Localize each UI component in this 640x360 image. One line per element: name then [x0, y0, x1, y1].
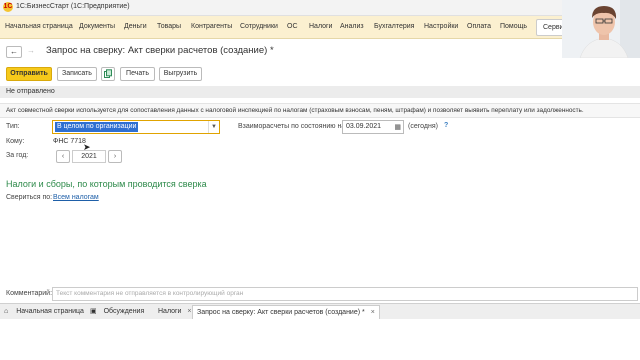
task-tab-home[interactable]: ⌂ Начальная страница: [4, 305, 84, 318]
year-input[interactable]: 2021: [72, 150, 106, 163]
task-tab-taxes[interactable]: Налоги ×: [154, 305, 192, 318]
chevron-down-icon[interactable]: ▼: [208, 121, 219, 133]
title-bar: 1С 1С:БизнесСтарт (1С:Предприятие): [0, 0, 640, 16]
info-text: Акт совместной сверки используется для с…: [6, 107, 584, 114]
forward-button[interactable]: →: [24, 46, 38, 56]
close-icon[interactable]: ×: [187, 308, 191, 315]
year-label: За год:: [6, 152, 29, 159]
presenter-image: [562, 0, 640, 58]
menu-item-payment[interactable]: Оплата: [467, 23, 491, 30]
webcam-overlay: [562, 0, 640, 58]
copy-icon[interactable]: [101, 67, 115, 81]
recipient-label: Кому:: [6, 138, 25, 145]
date-note: (сегодня): [408, 123, 438, 130]
comment-label: Комментарий:: [6, 290, 53, 297]
type-select[interactable]: В целом по организации ▼: [52, 120, 220, 134]
help-icon[interactable]: ?: [444, 122, 448, 129]
chat-icon: ▣: [90, 308, 97, 315]
settlements-date-label: Взаиморасчеты по состоянию на:: [238, 123, 348, 130]
copy-glyph-icon: [104, 69, 112, 78]
task-tab-label: Запрос на сверку: Акт сверки расчетов (с…: [197, 309, 365, 316]
taxes-section-title: Налоги и сборы, по которым проводится св…: [6, 179, 207, 189]
recipient-value[interactable]: ФНС 7718: [53, 138, 86, 145]
reconcile-by-label: Свериться по:: [6, 194, 53, 201]
year-prev-button[interactable]: ‹: [56, 150, 70, 163]
status-text: Не отправлено: [6, 88, 55, 95]
settlements-date-input[interactable]: 03.09.2021 ▦: [342, 120, 404, 134]
date-value: 03.09.2021: [346, 123, 382, 130]
task-tab-reconciliation-request[interactable]: Запрос на сверку: Акт сверки расчетов (с…: [192, 305, 380, 319]
menu-item-money[interactable]: Деньги: [124, 23, 147, 30]
comment-input[interactable]: Текст комментария не отправляется в конт…: [52, 287, 638, 301]
menu-item-accounting[interactable]: Бухгалтерия: [374, 23, 414, 30]
print-button[interactable]: Печать: [120, 67, 155, 81]
home-icon: ⌂: [4, 308, 9, 315]
status-bar: Не отправлено: [0, 86, 640, 98]
back-button[interactable]: ←: [6, 46, 22, 58]
menu-item-taxes[interactable]: Налоги: [309, 23, 332, 30]
write-button[interactable]: Записать: [57, 67, 97, 81]
app-logo-icon: 1С: [3, 2, 13, 12]
calendar-icon[interactable]: ▦: [394, 123, 401, 131]
open-windows-bar: ⌂ Начальная страница ▣ Обсуждения Налоги…: [0, 303, 640, 319]
close-icon[interactable]: ×: [371, 309, 375, 316]
year-next-button[interactable]: ›: [108, 150, 122, 163]
menu-item-fixed-assets[interactable]: ОС: [287, 23, 298, 30]
type-select-value: В целом по организации: [55, 122, 139, 132]
section-menu-bar: Начальная страница Документы Деньги Това…: [0, 16, 640, 39]
menu-item-documents[interactable]: Документы: [79, 23, 115, 30]
menu-item-settings[interactable]: Настройки: [424, 23, 458, 30]
task-tab-label: Обсуждения: [103, 308, 145, 315]
menu-item-counterparties[interactable]: Контрагенты: [191, 23, 232, 30]
menu-item-analysis[interactable]: Анализ: [340, 23, 364, 30]
menu-item-employees[interactable]: Сотрудники: [240, 23, 278, 30]
menu-item-home[interactable]: Начальная страница: [5, 23, 73, 30]
upload-button[interactable]: Выгрузить: [159, 67, 202, 81]
menu-item-help[interactable]: Помощь: [500, 23, 527, 30]
page-title: Запрос на сверку: Акт сверки расчетов (с…: [46, 45, 274, 56]
all-taxes-link[interactable]: Всем налогам: [53, 194, 99, 201]
send-button[interactable]: Отправить: [6, 67, 52, 81]
window-title: 1С:БизнесСтарт (1С:Предприятие): [16, 3, 130, 10]
info-bar: Акт совместной сверки используется для с…: [0, 103, 640, 118]
task-tab-label: Налоги: [158, 308, 182, 315]
empty-lower-area: [0, 319, 640, 360]
menu-item-goods[interactable]: Товары: [157, 23, 181, 30]
type-label: Тип:: [6, 123, 20, 130]
comment-placeholder: Текст комментария не отправляется в конт…: [56, 290, 244, 297]
task-tab-discussions[interactable]: ▣ Обсуждения: [90, 305, 144, 318]
task-tab-label: Начальная страница: [16, 308, 84, 315]
